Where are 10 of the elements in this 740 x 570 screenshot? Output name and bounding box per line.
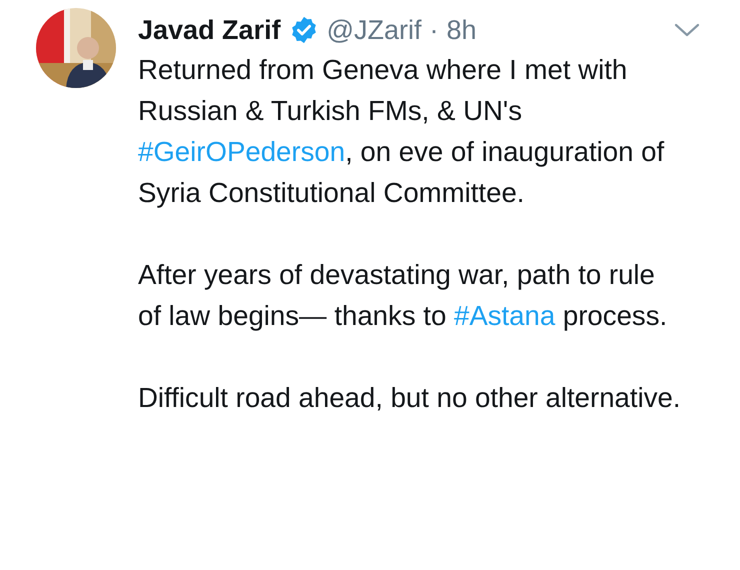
user-handle[interactable]: @JZarif <box>326 14 422 46</box>
tweet-paragraph: Difficult road ahead, but no other alternative. <box>138 381 682 415</box>
tweet-paragraph: Returned from Geneva where I met with Russian & Turkish FMs, & UN's #GeirOPederson, on eve of inauguration of Syria Constitutional Committee. <box>138 53 666 210</box>
hashtag-link[interactable]: #Astana <box>454 300 556 331</box>
chevron-down-icon[interactable] <box>674 22 700 38</box>
separator-dot: · <box>430 14 438 46</box>
tweet-paragraph: After years of devastating war, path to rule of law begins— thanks to #Astana process. <box>138 258 668 333</box>
timestamp[interactable]: 8h <box>446 14 477 46</box>
hashtag-link[interactable]: #GeirOPederson <box>138 136 346 167</box>
author-name[interactable]: Javad Zarif <box>138 14 281 46</box>
